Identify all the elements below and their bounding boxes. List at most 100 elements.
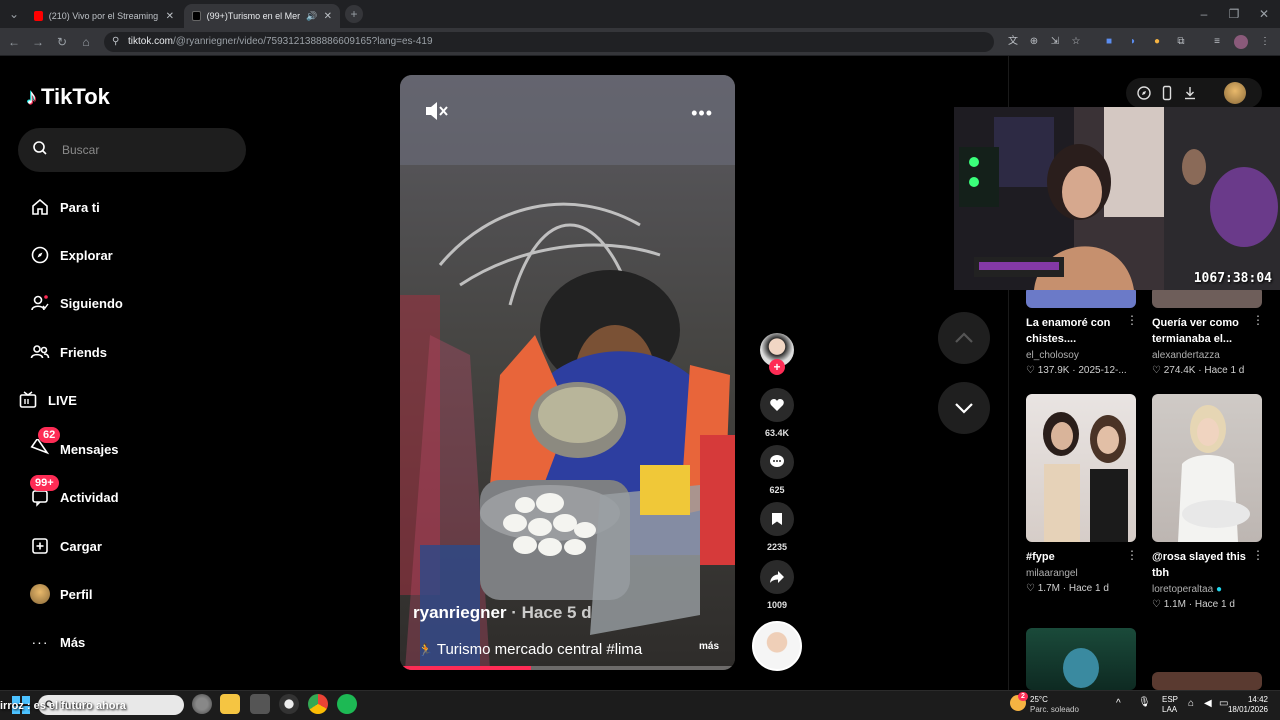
bookmark-star-icon[interactable]: ☆ <box>1069 35 1083 49</box>
forward-icon[interactable]: → <box>30 34 46 50</box>
chevron-down-icon <box>955 403 973 414</box>
reload-icon[interactable]: ↻ <box>54 34 70 50</box>
save-button[interactable]: 2235 <box>759 502 795 552</box>
extension-translate-icon[interactable]: ■ <box>1102 35 1116 49</box>
minimize-icon[interactable]: – <box>1196 6 1212 22</box>
tab-search-icon[interactable]: ⌄ <box>6 6 22 22</box>
extension-honey-icon[interactable]: ● <box>1150 35 1164 49</box>
like-button[interactable]: 63.4K <box>759 388 795 438</box>
caption-more-button[interactable]: más <box>699 641 719 652</box>
card-more-icon[interactable]: ⋮ <box>1126 313 1138 327</box>
search-input[interactable] <box>62 128 232 172</box>
weather-temp[interactable]: 25°C <box>1030 695 1048 705</box>
card-title[interactable]: @rosa slayed this tbh <box>1152 549 1252 581</box>
card-more-icon[interactable]: ⋮ <box>1126 548 1138 562</box>
card-author[interactable]: el_cholosoy <box>1026 350 1079 361</box>
heart-outline-icon: ♡ <box>1152 599 1161 610</box>
tab-title: (99+)Turismo en el Mercado <box>206 11 301 21</box>
music-disc-avatar[interactable] <box>752 621 802 671</box>
card-title[interactable]: Quería ver como termianaba el... <box>1152 315 1248 347</box>
mute-icon[interactable] <box>422 97 450 125</box>
app-icon[interactable] <box>250 694 270 714</box>
extension-audio-icon[interactable]: ◗ <box>1126 35 1140 49</box>
media-controls-icon[interactable]: ≡ <box>1210 35 1224 49</box>
microphone-icon[interactable]: 🎙 <box>1138 698 1151 708</box>
spotify-icon[interactable] <box>337 694 357 714</box>
nav-friends[interactable]: Friends <box>20 334 240 370</box>
nav-following[interactable]: Siguiendo <box>20 285 240 321</box>
follow-plus-icon[interactable]: + <box>769 359 785 375</box>
next-video-button[interactable] <box>938 382 990 434</box>
tiktok-logo[interactable]: ♪ TikTok <box>26 84 110 110</box>
video-thumbnail[interactable] <box>1026 394 1136 542</box>
download-icon[interactable] <box>1182 85 1198 101</box>
translate-icon[interactable]: 文 <box>1006 35 1020 49</box>
extensions-puzzle-icon[interactable]: ⧉ <box>1174 35 1188 49</box>
card-more-icon[interactable]: ⋮ <box>1252 313 1264 327</box>
back-icon[interactable]: ← <box>6 34 22 50</box>
card-author[interactable]: milaarangel <box>1026 568 1078 579</box>
zoom-icon[interactable]: ⊕ <box>1027 35 1041 49</box>
chrome-icon[interactable] <box>308 694 328 714</box>
overwatch-icon[interactable] <box>279 694 299 714</box>
video-player[interactable]: ••• ryanriegner · Hace 5 d 🏃 Turismo mer… <box>400 75 735 670</box>
card-title[interactable]: La enamoré con chistes.... <box>1026 315 1122 347</box>
like-count: 63.4K <box>764 428 790 438</box>
maximize-icon[interactable]: ❐ <box>1226 6 1242 22</box>
file-explorer-icon[interactable] <box>220 694 240 714</box>
previous-video-button[interactable] <box>938 312 990 364</box>
home-icon[interactable]: ⌂ <box>78 34 94 50</box>
card-title[interactable]: #fype <box>1026 549 1122 565</box>
nav-upload[interactable]: Cargar <box>20 528 240 564</box>
video-author[interactable]: ryanriegner · Hace 5 d <box>413 603 592 623</box>
creator-avatar-button[interactable]: + <box>759 333 795 375</box>
url-bar[interactable]: ⚲ tiktok.com/@ryanriegner/video/75931213… <box>104 32 994 52</box>
card-more-icon[interactable]: ⋮ <box>1252 548 1264 562</box>
keyboard-layout[interactable]: LAA <box>1162 705 1177 715</box>
tray-overflow-icon[interactable]: ^ <box>1116 699 1121 709</box>
clock-time[interactable]: 14:42 <box>1246 695 1268 705</box>
new-tab-button[interactable]: + <box>345 5 363 23</box>
card-date: Hace 1 d <box>1068 583 1109 594</box>
browser-tab-tiktok[interactable]: (99+)Turismo en el Mercado 🔊 ✕ <box>184 4 340 28</box>
phone-icon[interactable] <box>1159 85 1175 101</box>
widgets-icon[interactable] <box>192 694 212 714</box>
search-box[interactable] <box>18 128 246 172</box>
nav-more[interactable]: ··· Más <box>20 624 240 660</box>
video-thumbnail[interactable] <box>1152 672 1262 690</box>
avatar[interactable] <box>1224 82 1246 104</box>
network-icon[interactable]: ⌂ <box>1188 699 1194 709</box>
card-author[interactable]: loretoperaltaa ● <box>1152 584 1222 595</box>
volume-icon[interactable]: ◀ <box>1204 699 1212 709</box>
browser-tab-youtube[interactable]: (210) Vivo por el Streaming - Yo ✕ <box>26 4 182 28</box>
nav-explore[interactable]: Explorar <box>20 237 240 273</box>
close-tab-icon[interactable]: ✕ <box>166 11 174 22</box>
nav-activity[interactable]: 99+ Actividad <box>20 475 240 515</box>
language-indicator[interactable]: ESP <box>1162 695 1178 705</box>
video-thumbnail[interactable] <box>1152 394 1262 542</box>
video-options-icon[interactable]: ••• <box>691 103 713 124</box>
speaker-icon[interactable]: 🔊 <box>306 11 317 22</box>
nav-profile[interactable]: Perfil <box>20 576 240 612</box>
card-author[interactable]: alexandertazza <box>1152 350 1220 361</box>
card-author-name[interactable]: loretoperaltaa <box>1152 584 1213 595</box>
clock-date[interactable]: 18/01/2026 <box>1226 705 1268 715</box>
author-name[interactable]: ryanriegner <box>413 603 507 622</box>
comment-button[interactable]: 625 <box>759 445 795 495</box>
install-icon[interactable]: ⇲ <box>1048 35 1062 49</box>
profile-avatar[interactable] <box>1234 35 1248 49</box>
video-progress-bar[interactable] <box>400 666 735 670</box>
weather-desc[interactable]: Parc. soleado <box>1030 705 1079 715</box>
menu-kebab-icon[interactable]: ⋮ <box>1258 35 1272 49</box>
nav-live[interactable]: LIVE <box>8 382 228 418</box>
close-tab-icon[interactable]: ✕ <box>324 11 332 22</box>
close-window-icon[interactable]: ✕ <box>1256 6 1272 22</box>
nav-for-you[interactable]: Para ti <box>20 189 240 225</box>
share-button[interactable]: 1009 <box>759 560 795 610</box>
nav-messages[interactable]: 62 Mensajes <box>20 427 240 467</box>
card-stats: ♡ 274.4K · Hace 1 d <box>1152 365 1245 376</box>
compass-icon[interactable] <box>1136 85 1152 101</box>
video-thumbnail[interactable] <box>1026 628 1136 690</box>
site-info-icon[interactable]: ⚲ <box>112 32 119 52</box>
share-icon <box>770 571 784 583</box>
